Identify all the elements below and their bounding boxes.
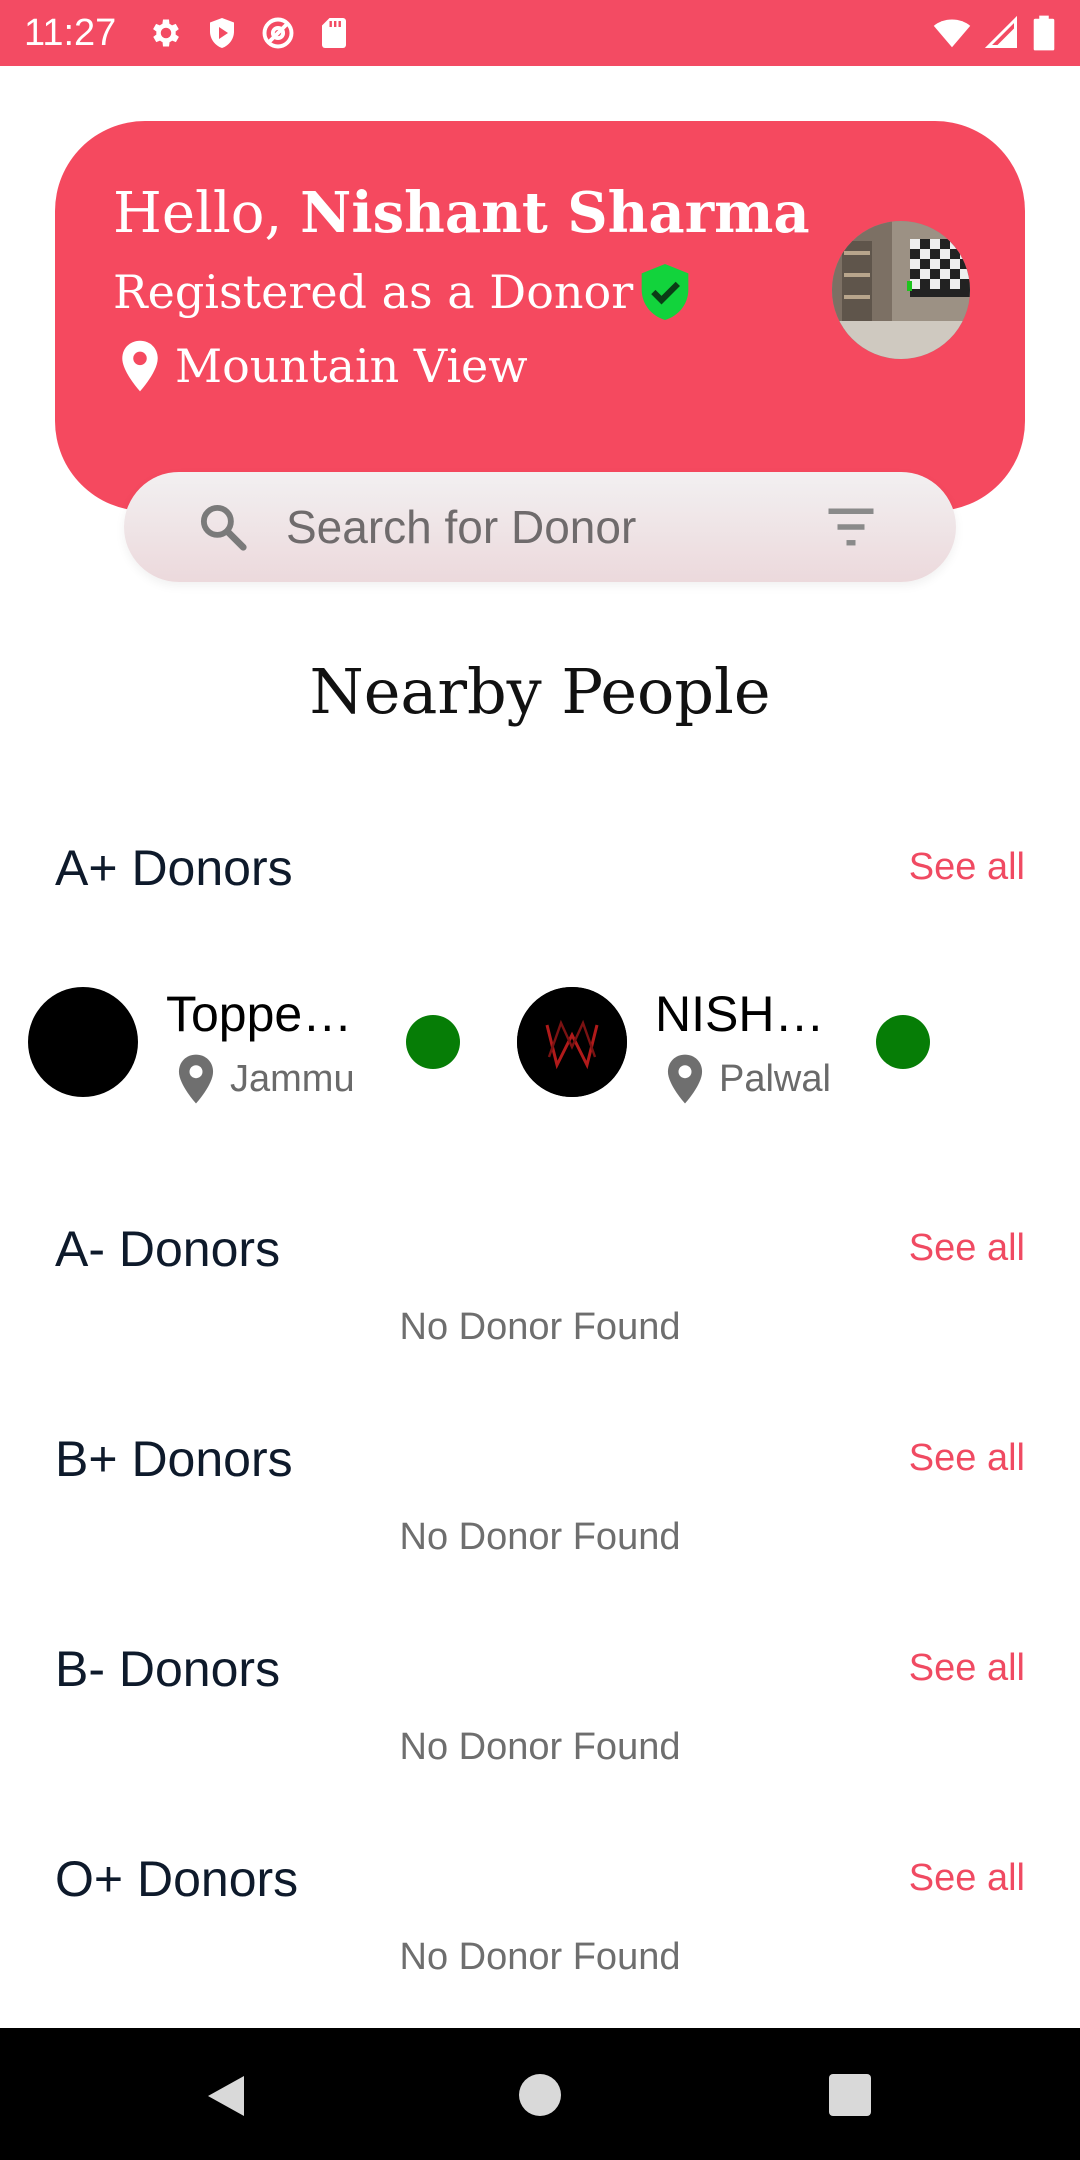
group-title: O+ Donors xyxy=(55,1851,299,1907)
group-header-b-positive: B+ Donors See all xyxy=(55,1429,1025,1493)
location-text: Mountain View xyxy=(175,339,528,393)
donor-location: Palwal xyxy=(665,1053,831,1105)
search-bar[interactable] xyxy=(124,472,956,582)
wifi-icon xyxy=(933,19,971,48)
group-header-o-positive: O+ Donors See all xyxy=(55,1849,1025,1913)
system-nav-bar xyxy=(0,2028,1080,2160)
see-all-button[interactable]: See all xyxy=(909,1433,1025,1483)
nearby-people-heading: Nearby People xyxy=(309,655,771,728)
donor-name: Toppe… xyxy=(166,986,353,1042)
see-all-button[interactable]: See all xyxy=(909,1853,1025,1903)
donor-name: NISH… xyxy=(655,986,825,1042)
shield-icon xyxy=(210,18,234,48)
registered-text: Registered as a Donor xyxy=(113,265,634,319)
see-all-button[interactable]: See all xyxy=(909,842,1025,892)
filter-icon[interactable] xyxy=(824,504,878,550)
location-pin-icon xyxy=(178,1054,214,1104)
cell-signal-icon xyxy=(984,15,1017,48)
greeting: Hello, Nishant Sharma xyxy=(113,181,810,246)
empty-state-text: No Donor Found xyxy=(399,1306,681,1348)
location-pin-icon xyxy=(122,340,158,392)
status-bar: 11:27 xyxy=(0,0,1080,66)
see-all-button[interactable]: See all xyxy=(909,1223,1025,1273)
header-card: Hello, Nishant Sharma Registered as a Do… xyxy=(55,121,1025,511)
home-icon[interactable] xyxy=(519,2074,561,2116)
search-icon[interactable] xyxy=(196,500,250,554)
see-all-button[interactable]: See all xyxy=(909,1643,1025,1693)
registration-status: Registered as a Donor xyxy=(113,261,693,323)
donor-card[interactable]: NISH… Palwal xyxy=(517,985,937,1105)
status-right-icons xyxy=(932,14,1056,52)
group-header-a-negative: A- Donors See all xyxy=(55,1219,1025,1283)
profile-avatar[interactable] xyxy=(832,221,970,359)
group-title: A+ Donors xyxy=(55,840,293,896)
donor-avatar xyxy=(517,987,627,1097)
verified-shield-icon xyxy=(641,264,689,320)
location-pin-icon xyxy=(667,1054,703,1104)
back-icon[interactable] xyxy=(204,2072,248,2120)
group-title: A- Donors xyxy=(55,1221,281,1277)
at-sign-icon xyxy=(262,17,294,49)
group-title: B- Donors xyxy=(55,1641,281,1697)
online-status-dot xyxy=(406,1015,460,1069)
status-time: 11:27 xyxy=(24,12,117,54)
group-header-a-positive: A+ Donors See all xyxy=(55,838,1025,902)
search-input[interactable] xyxy=(286,496,786,558)
donor-avatar xyxy=(28,987,138,1097)
sd-card-icon xyxy=(322,18,346,48)
donor-location-text: Palwal xyxy=(719,1058,831,1100)
donor-location: Jammu xyxy=(176,1053,355,1105)
group-header-b-negative: B- Donors See all xyxy=(55,1639,1025,1703)
empty-state-text: No Donor Found xyxy=(399,1726,681,1768)
greeting-prefix: Hello, xyxy=(113,181,301,246)
battery-icon xyxy=(1033,15,1055,51)
empty-state-text: No Donor Found xyxy=(399,1516,681,1558)
gear-icon xyxy=(153,19,179,47)
profile-photo xyxy=(832,221,970,359)
user-location: Mountain View xyxy=(119,339,528,393)
status-left-icons xyxy=(148,14,352,52)
donor-location-text: Jammu xyxy=(230,1058,355,1100)
recents-icon[interactable] xyxy=(829,2074,871,2116)
donor-logo xyxy=(517,987,627,1097)
app-screen: 11:27 Hello, Nishant Sharma Registered a… xyxy=(0,0,1080,2160)
donor-card[interactable]: Toppe… Jammu xyxy=(28,985,468,1105)
online-status-dot xyxy=(876,1015,930,1069)
empty-state-text: No Donor Found xyxy=(399,1936,681,1978)
user-name: Nishant Sharma xyxy=(300,180,810,246)
group-title: B+ Donors xyxy=(55,1431,293,1487)
